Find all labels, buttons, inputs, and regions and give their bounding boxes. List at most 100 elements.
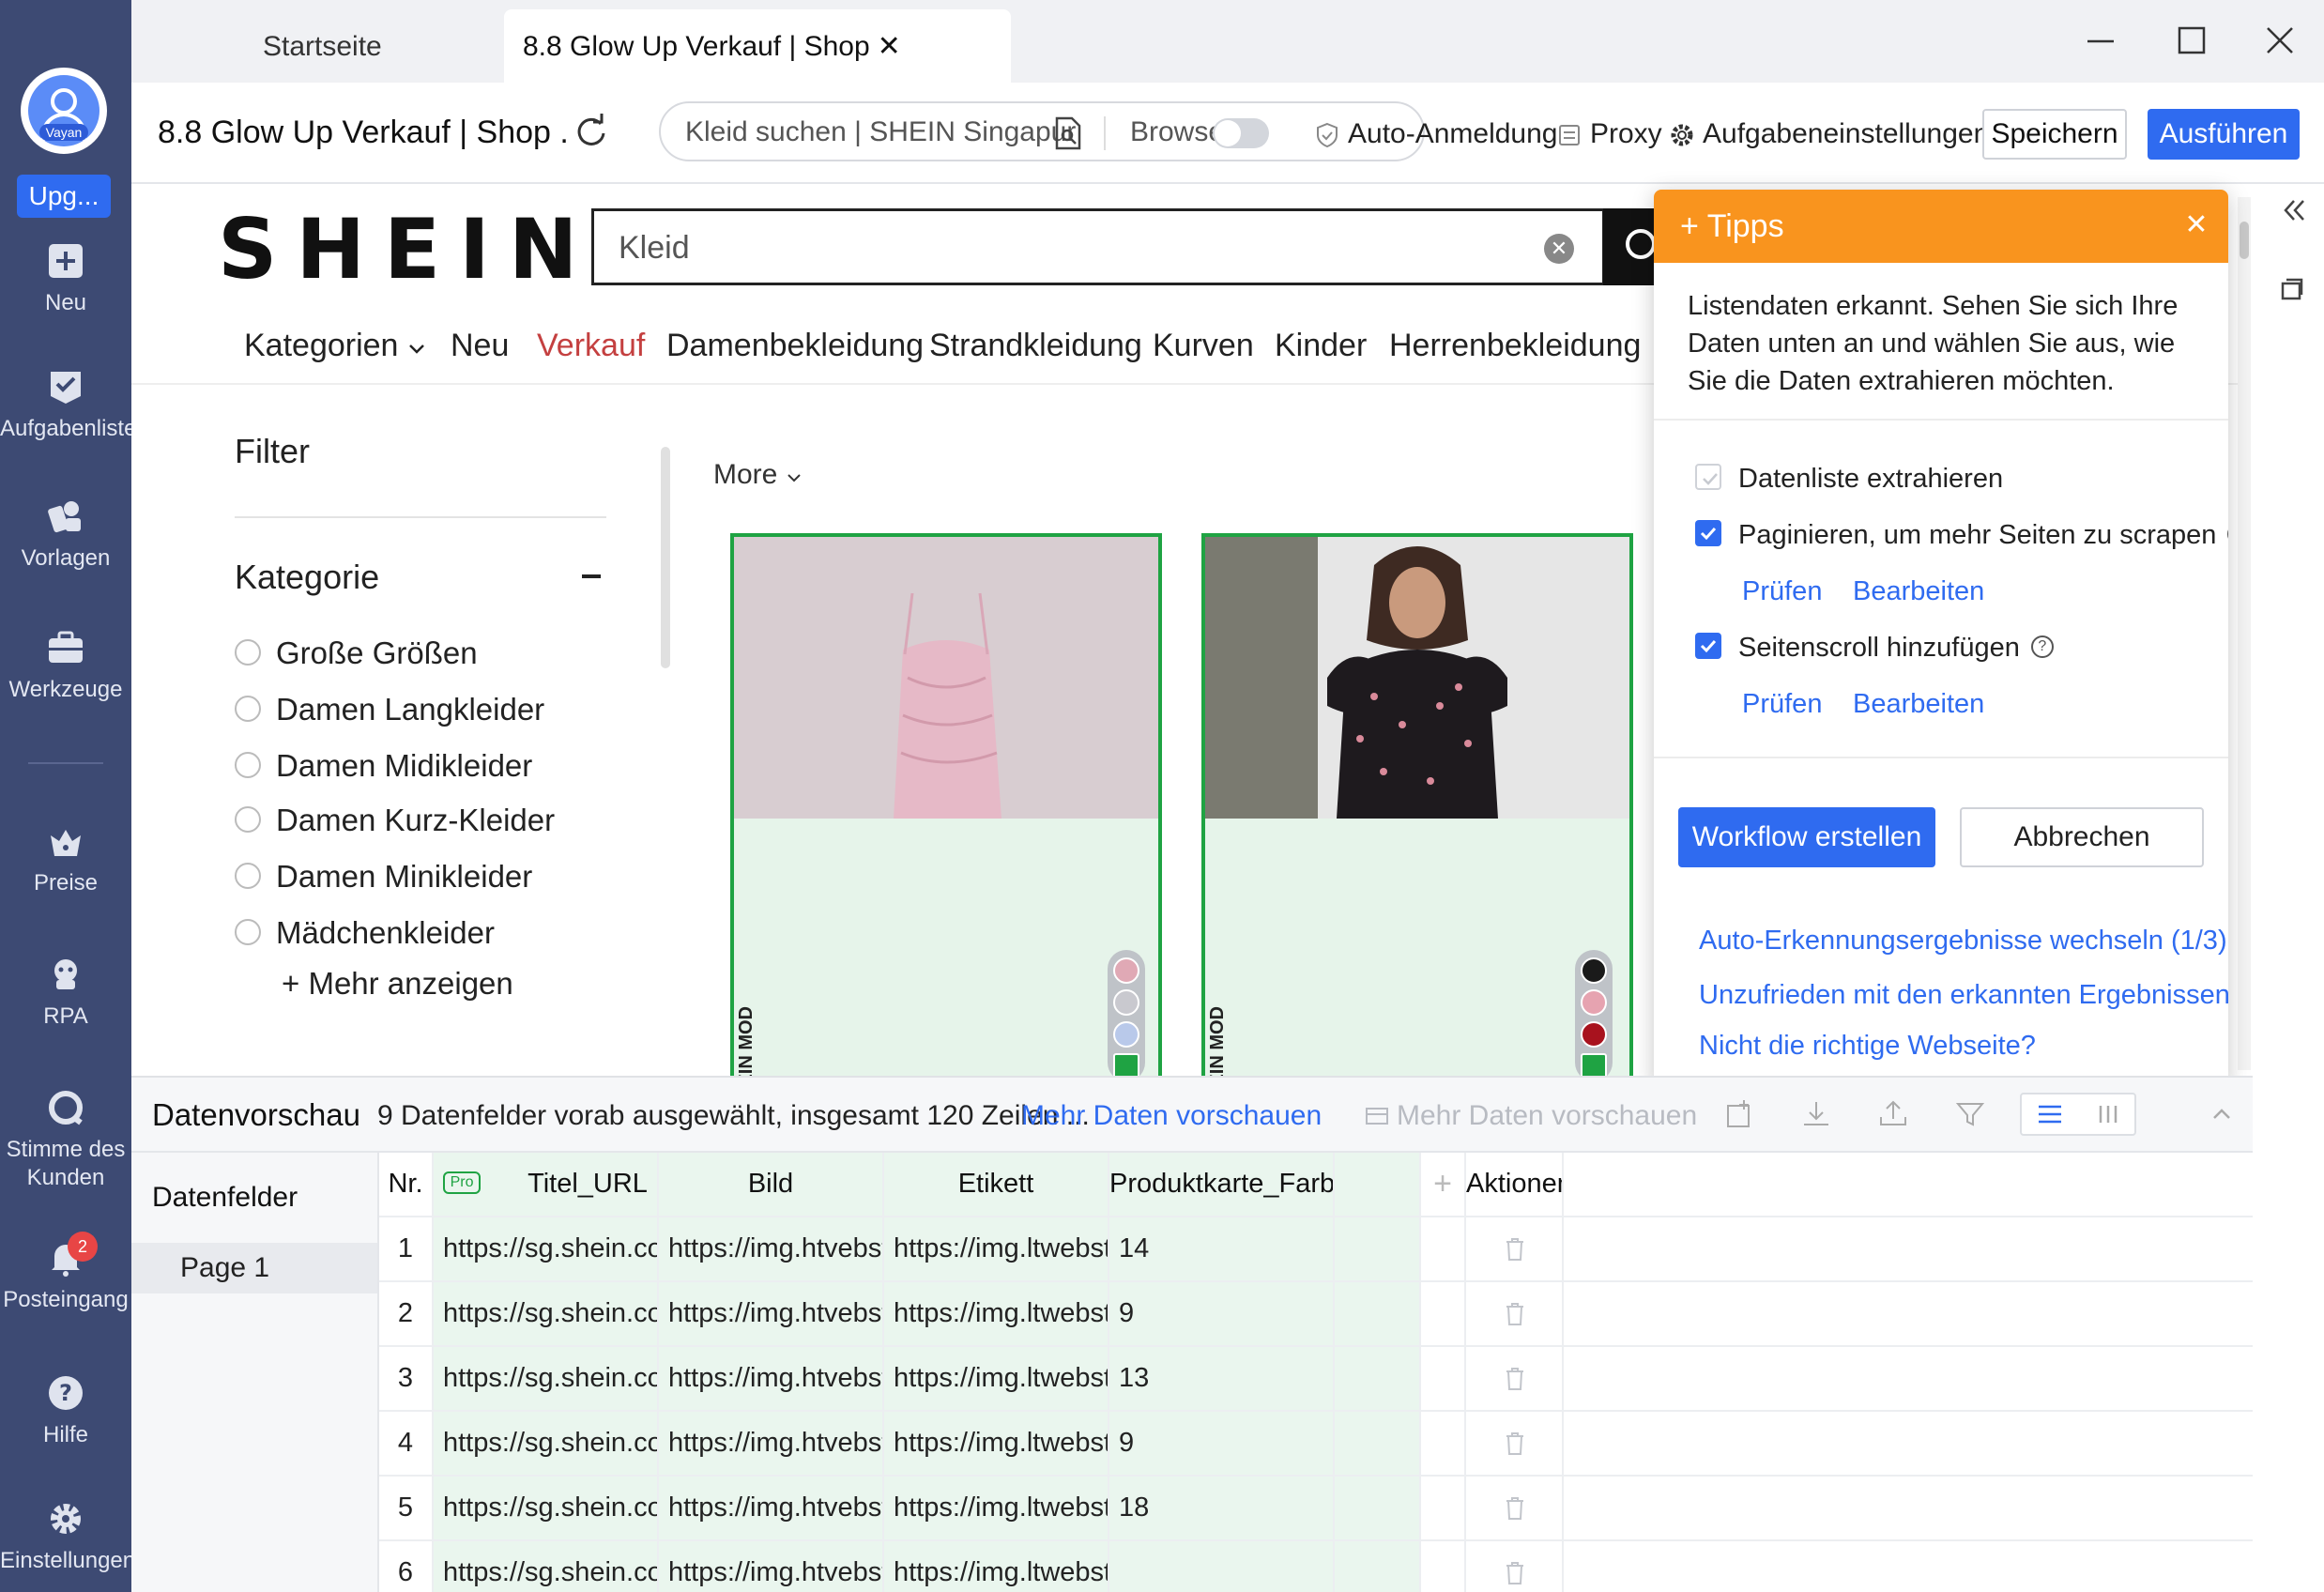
- color-swatch[interactable]: [1581, 1021, 1607, 1048]
- window-close-icon[interactable]: [2251, 15, 2307, 68]
- trash-icon[interactable]: [1504, 1495, 1526, 1522]
- show-more-link[interactable]: + Mehr anzeigen: [282, 963, 513, 1004]
- menu-herrenbekleidung[interactable]: Herrenbekleidung: [1389, 325, 1641, 366]
- copy-icon[interactable]: [2275, 272, 2309, 306]
- column-view-icon[interactable]: [2080, 1094, 2136, 1134]
- trash-icon[interactable]: [1504, 1431, 1526, 1457]
- category-option[interactable]: Damen Minikleider: [235, 856, 532, 897]
- close-icon[interactable]: ✕: [2179, 207, 2213, 244]
- color-swatch[interactable]: [1113, 1021, 1139, 1048]
- sidebar-item-preise[interactable]: Preise: [0, 822, 131, 926]
- avatar[interactable]: Vayan: [21, 68, 107, 154]
- color-swatch[interactable]: [1581, 1053, 1607, 1076]
- sidebar-item-stimme-des-kunden[interactable]: Stimme des Kunden: [0, 1089, 131, 1202]
- color-swatch[interactable]: [1113, 1053, 1139, 1076]
- checkbox-checked-icon[interactable]: [1695, 633, 1721, 660]
- edit-pagination-link[interactable]: Bearbeiten: [1853, 573, 1984, 610]
- color-swatches[interactable]: [1108, 950, 1145, 1076]
- tab-shop[interactable]: 8.8 Glow Up Verkauf | Shop ✕: [504, 9, 1011, 83]
- minimize-icon[interactable]: [2072, 15, 2129, 68]
- category-option[interactable]: Große Größen: [235, 633, 478, 674]
- more-dropdown[interactable]: More: [713, 456, 803, 494]
- switch-results-link[interactable]: Auto-Erkennungsergebnisse wechseln (1/3): [1699, 922, 2227, 959]
- add-column-icon[interactable]: +: [1421, 1153, 1466, 1216]
- sidebar-item-werkzeuge[interactable]: Werkzeuge: [0, 629, 131, 732]
- shein-logo[interactable]: SHEIN: [218, 203, 578, 297]
- search-input[interactable]: Kleid ✕: [591, 208, 1605, 285]
- filter-scrollbar[interactable]: [661, 447, 670, 668]
- trash-icon[interactable]: [1504, 1236, 1526, 1263]
- extract-list-option[interactable]: Datenliste extrahieren: [1695, 460, 2003, 498]
- color-swatch[interactable]: [1581, 989, 1607, 1016]
- menu-damenbekleidung[interactable]: Damenbekleidung: [666, 325, 924, 366]
- page-item[interactable]: Page 1: [131, 1243, 377, 1294]
- sidebar-item-aufgabenliste[interactable]: Aufgabenliste: [0, 368, 136, 471]
- filter-icon[interactable]: [1954, 1098, 1986, 1130]
- color-swatch[interactable]: [1581, 957, 1607, 984]
- trash-icon[interactable]: [1504, 1366, 1526, 1392]
- task-settings-option[interactable]: Aufgabeneinstellungen: [1669, 113, 1989, 156]
- collapse-icon[interactable]: [582, 574, 601, 578]
- color-swatches[interactable]: [1575, 950, 1613, 1076]
- menu-strandkleidung[interactable]: Strandkleidung: [929, 325, 1142, 366]
- color-swatch[interactable]: [1113, 989, 1139, 1016]
- sidebar-item-vorlagen[interactable]: Vorlagen: [0, 498, 131, 601]
- run-button[interactable]: Ausführen: [2148, 109, 2300, 160]
- category-option[interactable]: Damen Kurz-Kleider: [235, 800, 555, 841]
- column-header[interactable]: Bild: [659, 1153, 884, 1216]
- check-pagination-link[interactable]: Prüfen: [1742, 573, 1822, 610]
- sidebar-item-neu[interactable]: Neu: [0, 242, 131, 345]
- sidebar-item-einstellungen[interactable]: Einstellungen: [0, 1500, 135, 1592]
- chevron-up-icon[interactable]: [2206, 1098, 2238, 1130]
- preview-more-link[interactable]: Mehr Daten vorschauen: [1021, 1096, 1322, 1136]
- column-header[interactable]: Produktkarte_Farbe...: [1109, 1153, 1335, 1216]
- edit-scroll-link[interactable]: Bearbeiten: [1853, 685, 1984, 723]
- close-icon[interactable]: ✕: [878, 9, 901, 84]
- paginate-option[interactable]: Paginieren, um mehr Seiten zu scrapen?: [1695, 516, 2228, 554]
- page-scroll-thumb[interactable]: [2240, 222, 2249, 259]
- page-scroll-option[interactable]: Seitenscroll hinzufügen?: [1695, 629, 2054, 666]
- product-card[interactable]: HEIN MOD: [1201, 533, 1633, 1076]
- view-toggle[interactable]: [2020, 1093, 2136, 1136]
- clear-icon[interactable]: ✕: [1544, 234, 1574, 264]
- check-scroll-link[interactable]: Prüfen: [1742, 685, 1822, 723]
- trash-icon[interactable]: [1504, 1301, 1526, 1327]
- tab-startseite[interactable]: Startseite: [244, 9, 526, 83]
- sidebar-item-posteingang[interactable]: 2 Posteingang: [0, 1232, 131, 1342]
- checkbox-unchecked-icon[interactable]: [1695, 464, 1721, 491]
- add-field-icon[interactable]: [1723, 1098, 1755, 1130]
- wrong-page-link[interactable]: Nicht die richtige Webseite?: [1699, 1027, 2036, 1064]
- collapse-panel-icon[interactable]: [2275, 193, 2309, 227]
- column-header[interactable]: Etikett: [884, 1153, 1109, 1216]
- page-scrollbar[interactable]: [2238, 197, 2251, 1070]
- menu-kategorien[interactable]: Kategorien: [244, 325, 426, 366]
- column-header[interactable]: [1335, 1153, 1421, 1216]
- maximize-icon[interactable]: [2163, 15, 2219, 68]
- menu-kinder[interactable]: Kinder: [1275, 325, 1367, 366]
- sidebar-item-hilfe[interactable]: ? Hilfe: [0, 1374, 131, 1477]
- unsatisfied-link[interactable]: Unzufrieden mit den erkannten Ergebnisse…: [1699, 976, 2228, 1014]
- upgrade-button[interactable]: Upg...: [17, 175, 111, 218]
- column-header[interactable]: Nr.: [379, 1153, 434, 1216]
- checkbox-checked-icon[interactable]: [1695, 520, 1721, 547]
- help-icon[interactable]: ?: [2227, 523, 2228, 546]
- color-swatch[interactable]: [1113, 957, 1139, 984]
- reload-icon[interactable]: [573, 113, 610, 150]
- browse-toggle[interactable]: [1213, 118, 1269, 148]
- save-button[interactable]: Speichern: [1982, 109, 2127, 160]
- download-icon[interactable]: [1800, 1098, 1832, 1130]
- category-option[interactable]: Damen Midikleider: [235, 745, 532, 787]
- category-option[interactable]: Mädchenkleider: [235, 912, 495, 954]
- auto-login-option[interactable]: Auto-Anmeldung: [1314, 113, 1557, 156]
- product-card[interactable]: HEIN MOD: [730, 533, 1162, 1076]
- help-icon[interactable]: ?: [2030, 635, 2054, 659]
- sidebar-item-rpa[interactable]: RPA: [0, 956, 131, 1059]
- list-view-icon[interactable]: [2022, 1094, 2078, 1134]
- menu-verkauf[interactable]: Verkauf: [537, 325, 645, 366]
- column-header[interactable]: Pro Titel_URL: [434, 1153, 659, 1216]
- create-workflow-button[interactable]: Workflow erstellen: [1678, 807, 1935, 867]
- menu-kurven[interactable]: Kurven: [1153, 325, 1254, 366]
- upload-icon[interactable]: [1877, 1098, 1909, 1130]
- category-option[interactable]: Damen Langkleider: [235, 689, 544, 730]
- url-bar[interactable]: Kleid suchen | SHEIN Singapur Browse: [659, 101, 1425, 161]
